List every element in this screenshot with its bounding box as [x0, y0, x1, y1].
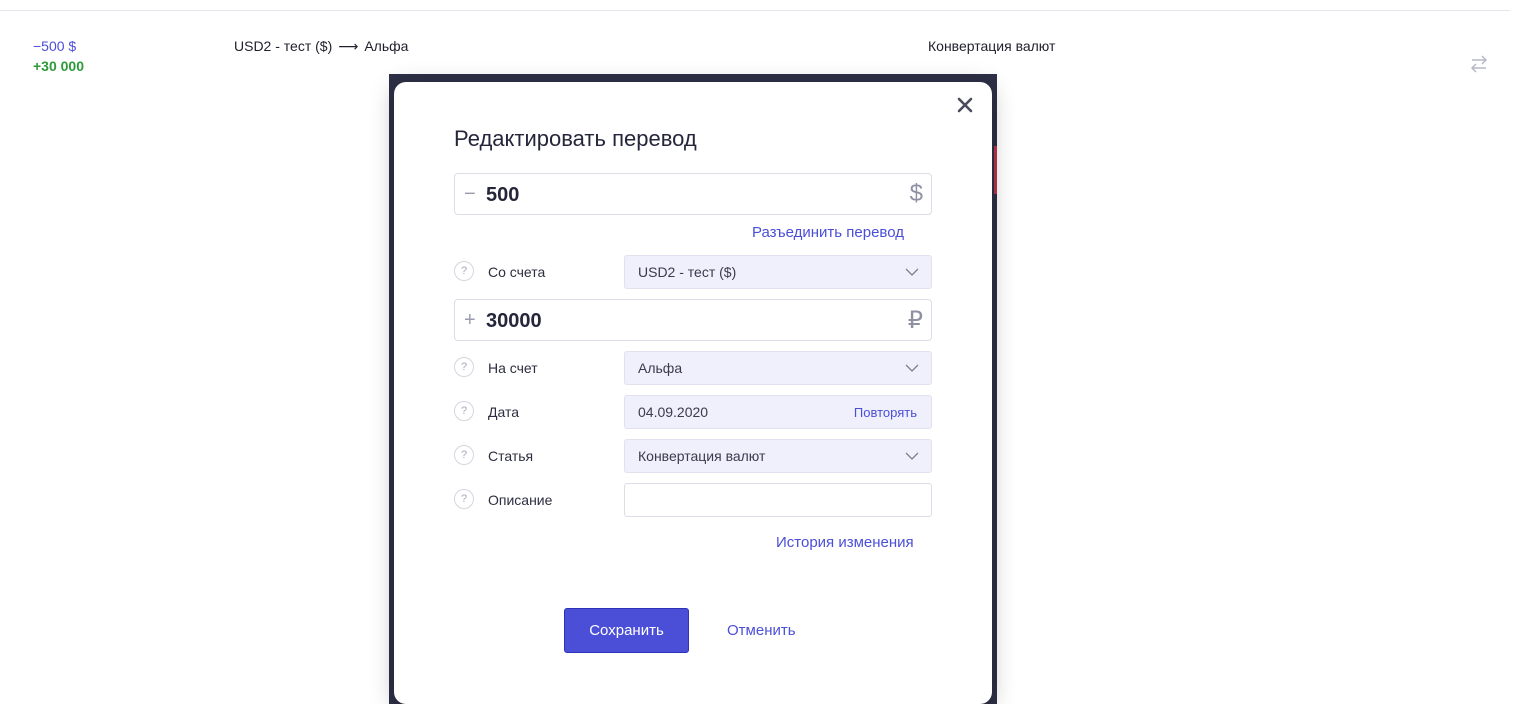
description-input[interactable]: [624, 483, 932, 517]
help-icon[interactable]: ?: [454, 357, 474, 377]
page: −500 $ +30 000 USD2 - тест ($) ⟶ Альфа Кон…: [0, 0, 1515, 704]
close-icon[interactable]: [954, 94, 976, 116]
date-input[interactable]: 04.09.2020 Повторять: [624, 395, 932, 429]
help-icon[interactable]: ?: [454, 445, 474, 465]
route-from-account: USD2 - тест ($): [234, 38, 333, 54]
cancel-button[interactable]: Отменить: [727, 622, 796, 639]
save-button[interactable]: Сохранить: [564, 608, 689, 653]
transfer-route: USD2 - тест ($) ⟶ Альфа: [234, 38, 408, 55]
date-label: Дата: [488, 404, 520, 420]
repeat-link[interactable]: Повторять: [854, 405, 917, 420]
minus-sign-icon: −: [464, 183, 476, 205]
amount-outgoing: −500 $: [33, 38, 77, 54]
transaction-category: Конвертация валют: [928, 38, 1056, 54]
date-row: ? Дата 04.09.2020 Повторять: [454, 395, 932, 429]
to-account-label: На счет: [488, 360, 538, 376]
amount-to-value: 30000: [486, 310, 542, 332]
dialog-title: Редактировать перевод: [454, 126, 697, 151]
help-icon[interactable]: ?: [454, 261, 474, 281]
edit-transfer-dialog: Редактировать перевод − 500 $ Разъединит…: [394, 82, 992, 704]
amount-incoming: +30 000: [33, 58, 84, 74]
to-account-value: Альфа: [638, 360, 683, 376]
backdrop-stripe: [994, 146, 997, 194]
split-transfer-link[interactable]: Разъединить перевод: [752, 224, 904, 241]
transfer-arrows-icon[interactable]: [1468, 54, 1490, 74]
change-history-link[interactable]: История изменения: [776, 534, 914, 551]
chevron-down-icon: [905, 268, 919, 276]
plus-sign-icon: +: [464, 309, 476, 331]
from-account-label: Со счета: [488, 264, 546, 280]
from-account-select[interactable]: USD2 - тест ($): [624, 255, 932, 289]
to-account-row: ? На счет Альфа: [454, 351, 932, 385]
transaction-row[interactable]: −500 $ +30 000 USD2 - тест ($) ⟶ Альфа Кон…: [0, 0, 1515, 80]
amount-from-value: 500: [486, 184, 520, 206]
ruble-icon: ₽: [907, 307, 923, 334]
chevron-down-icon: [905, 452, 919, 460]
route-arrow-icon: ⟶: [338, 38, 359, 54]
date-value: 04.09.2020: [638, 404, 709, 420]
dollar-icon: $: [909, 180, 923, 207]
description-label: Описание: [488, 492, 553, 508]
to-account-select[interactable]: Альфа: [624, 351, 932, 385]
category-value: Конвертация валют: [638, 448, 766, 464]
from-account-row: ? Со счета USD2 - тест ($): [454, 255, 932, 289]
amount-from-input[interactable]: − 500 $: [454, 173, 932, 215]
category-row: ? Статья Конвертация валют: [454, 439, 932, 473]
amount-to-input[interactable]: + 30000 ₽: [454, 299, 932, 341]
category-label: Статья: [488, 448, 534, 464]
category-select[interactable]: Конвертация валют: [624, 439, 932, 473]
description-row: ? Описание: [454, 483, 932, 517]
from-account-value: USD2 - тест ($): [638, 264, 737, 280]
help-icon[interactable]: ?: [454, 489, 474, 509]
chevron-down-icon: [905, 364, 919, 372]
route-to-account: Альфа: [364, 38, 409, 54]
help-icon[interactable]: ?: [454, 401, 474, 421]
